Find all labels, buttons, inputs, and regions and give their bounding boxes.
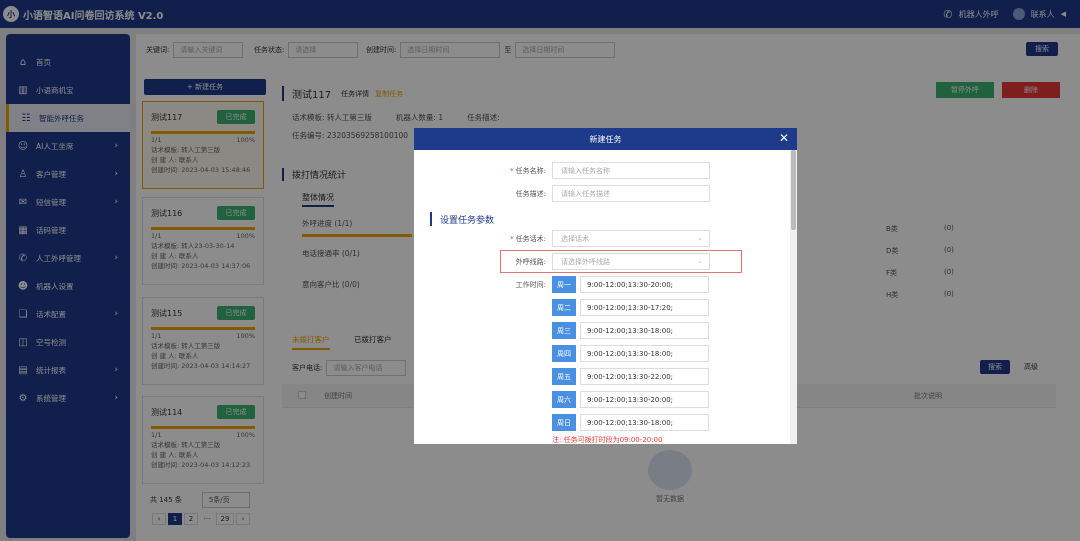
work-time-row: 周三 9:00-12:00;13:30-18:00;	[552, 322, 709, 339]
day-label: 周三	[552, 322, 576, 339]
task-script-select[interactable]: 选择话术 ⌄	[552, 230, 710, 247]
call-line-row: 外呼线路: 请选择外呼线路 ⌄	[462, 253, 710, 270]
task-desc-input[interactable]: 请输入任务描述	[552, 185, 710, 202]
work-time-row: 周二 9:00-12:00;13:30-17:20;	[552, 299, 709, 316]
task-script-row: * 任务话术: 选择话术 ⌄	[462, 230, 710, 247]
work-time-input[interactable]: 9:00-12:00;13:30-20:00;	[580, 391, 709, 408]
work-time-input[interactable]: 9:00-12:00;13:30-20:00;	[580, 276, 709, 293]
work-time-row: 周五 9:00-12:00;13:30-22:00;	[552, 368, 709, 385]
section-title: 设置任务参数	[430, 212, 494, 226]
day-label: 周二	[552, 299, 576, 316]
work-time-row: 工作时间: 周一 9:00-12:00;13:30-20:00;	[462, 276, 709, 293]
work-time-input[interactable]: 9:00-12:00;13:30-18:00;	[580, 414, 709, 431]
dialog-header: 新建任务 ✕	[414, 128, 797, 150]
dialog-body: * 任务名称: 请输入任务名称 任务描述: 请输入任务描述 设置任务参数 * 任务话…	[414, 150, 790, 444]
work-time-row: 周日 9:00-12:00;13:30-18:00;	[552, 414, 709, 431]
new-task-dialog: 新建任务 ✕ * 任务名称: 请输入任务名称 任务描述: 请输入任务描述 设置任务…	[414, 128, 797, 444]
work-time-input[interactable]: 9:00-12:00;13:30-18:00;	[580, 345, 709, 362]
work-time-input[interactable]: 9:00-12:00;13:30-18:00;	[580, 322, 709, 339]
day-label: 周一	[552, 276, 576, 293]
task-name-input[interactable]: 请输入任务名称	[552, 162, 710, 179]
work-time-row: 周六 9:00-12:00;13:30-20:00;	[552, 391, 709, 408]
work-time-input[interactable]: 9:00-12:00;13:30-22:00;	[580, 368, 709, 385]
call-line-select[interactable]: 请选择外呼线路 ⌄	[552, 253, 710, 270]
task-name-row: * 任务名称: 请输入任务名称	[462, 162, 710, 179]
task-desc-row: 任务描述: 请输入任务描述	[462, 185, 710, 202]
chevron-down-icon: ⌄	[697, 257, 703, 265]
chevron-down-icon: ⌄	[697, 234, 703, 242]
work-time-row: 周四 9:00-12:00;13:30-18:00;	[552, 345, 709, 362]
day-label: 周五	[552, 368, 576, 385]
close-icon[interactable]: ✕	[779, 131, 789, 145]
time-note: 注: 任务可拨打时段为09:00-20:00	[552, 436, 663, 444]
day-label: 周日	[552, 414, 576, 431]
dialog-scrollbar[interactable]	[790, 150, 797, 444]
dialog-title: 新建任务	[589, 134, 622, 144]
work-time-input[interactable]: 9:00-12:00;13:30-17:20;	[580, 299, 709, 316]
scrollbar-thumb[interactable]	[791, 150, 796, 230]
day-label: 周六	[552, 391, 576, 408]
day-label: 周四	[552, 345, 576, 362]
